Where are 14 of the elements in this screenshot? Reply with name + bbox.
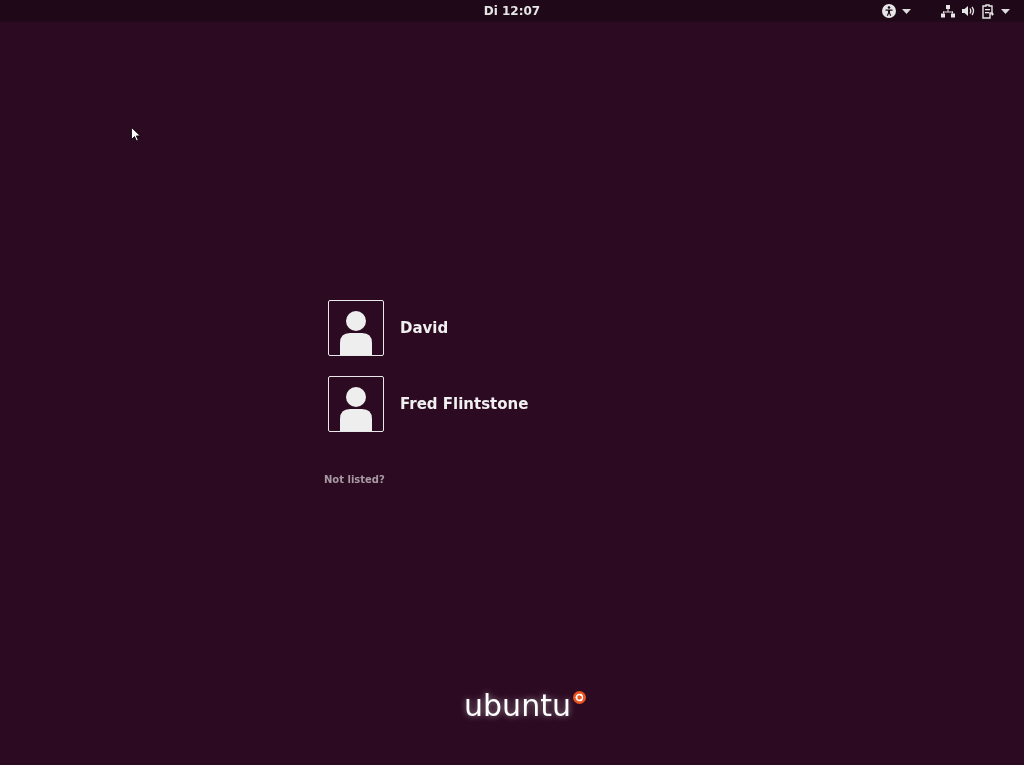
pointer-icon bbox=[131, 127, 141, 142]
network-icon[interactable] bbox=[941, 4, 955, 18]
caret-icon[interactable] bbox=[1001, 8, 1010, 14]
caret-icon[interactable] bbox=[902, 8, 911, 14]
accessibility-icon[interactable] bbox=[882, 4, 896, 18]
avatar-icon bbox=[328, 300, 384, 356]
clock[interactable]: Di 12:07 bbox=[483, 4, 541, 18]
logo-wordmark: ubuntu bbox=[464, 691, 571, 721]
volume-icon[interactable] bbox=[961, 4, 975, 18]
not-listed-link[interactable]: Not listed? bbox=[324, 474, 385, 485]
avatar-icon bbox=[328, 376, 384, 432]
user-item[interactable]: Fred Flintstone bbox=[328, 376, 578, 432]
circle-of-friends-icon bbox=[572, 691, 586, 704]
user-item[interactable]: David bbox=[328, 300, 578, 356]
